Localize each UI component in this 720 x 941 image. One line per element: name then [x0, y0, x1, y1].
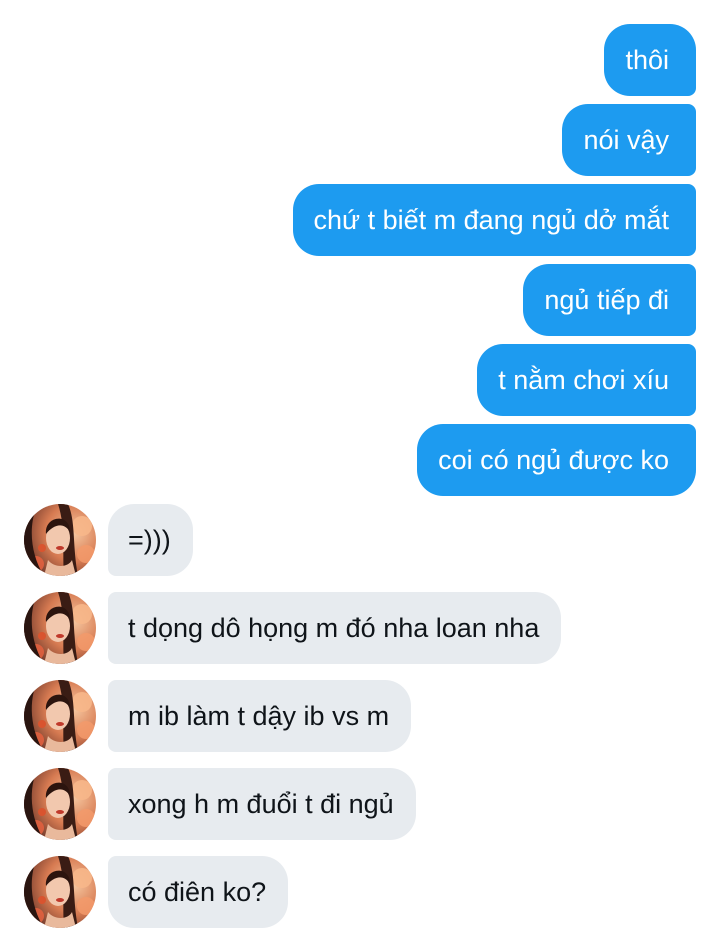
message-text: t dọng dô họng m đó nha loan nha [128, 613, 540, 643]
sent-message-bubble[interactable]: thôi [604, 24, 696, 96]
received-message-bubble[interactable]: xong h m đuổi t đi ngủ [108, 768, 416, 840]
sent-message-bubble[interactable]: t nằm chơi xíu [477, 344, 696, 416]
message-text: ngủ tiếp đi [544, 285, 669, 315]
contact-avatar-icon[interactable] [24, 768, 96, 840]
sent-message-bubble[interactable]: chứ t biết m đang ngủ dở mắt [292, 184, 696, 256]
message-text: chứ t biết m đang ngủ dở mắt [313, 205, 669, 235]
sent-message-bubble[interactable]: nói vậy [562, 104, 696, 176]
message-text: thôi [625, 45, 669, 75]
message-text: xong h m đuổi t đi ngủ [128, 789, 394, 819]
received-message-bubble[interactable]: có điên ko? [108, 856, 289, 928]
sent-message-bubble[interactable]: coi có ngủ được ko [417, 424, 696, 496]
message-text: có điên ko? [128, 877, 267, 907]
sent-message-bubble[interactable]: ngủ tiếp đi [523, 264, 696, 336]
contact-avatar-icon[interactable] [24, 504, 96, 576]
message-text: m ib làm t dậy ib vs m [128, 701, 390, 731]
message-text: coi có ngủ được ko [438, 445, 669, 475]
message-text: t nằm chơi xíu [498, 365, 669, 395]
contact-avatar-icon[interactable] [24, 856, 96, 928]
message-text: nói vậy [583, 125, 669, 155]
message-text: =))) [128, 525, 171, 555]
received-message-bubble[interactable]: m ib làm t dậy ib vs m [108, 680, 412, 752]
message-thread: thôi nói vậy chứ t biết m đang ngủ dở mắ… [0, 0, 720, 941]
contact-avatar-icon[interactable] [24, 680, 96, 752]
contact-avatar-icon[interactable] [24, 592, 96, 664]
received-message-bubble[interactable]: t dọng dô họng m đó nha loan nha [108, 592, 562, 664]
received-message-bubble[interactable]: =))) [108, 504, 193, 576]
